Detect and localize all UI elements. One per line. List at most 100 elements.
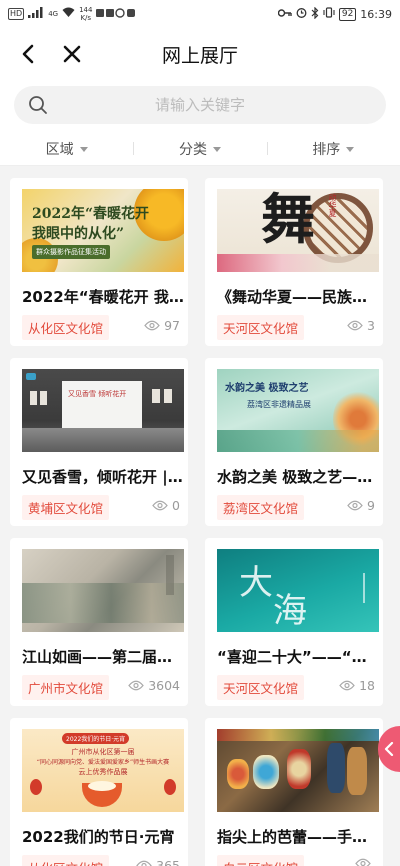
exhibition-card[interactable]: 指尖上的芭蕾——手工编织作品展 白云区文化馆 xyxy=(205,718,383,866)
venue-tag: 白云区文化馆 xyxy=(217,855,305,866)
venue-tag: 黄埔区文化馆 xyxy=(22,495,110,520)
view-count-value: 365 xyxy=(156,858,180,866)
filter-sort-label: 排序 xyxy=(312,141,341,158)
back-button[interactable] xyxy=(8,34,48,74)
thumbnail-caption: 广州市从化区第一届 xyxy=(71,748,135,756)
view-count: 3 xyxy=(347,318,375,333)
venue-tag: 天河区文化馆 xyxy=(217,315,305,340)
thumbnail-caption: 动华夏 xyxy=(328,193,337,217)
eye-icon xyxy=(347,320,363,331)
exhibition-thumbnail: 又见香雪 倾听花开 xyxy=(22,369,184,452)
exhibition-card[interactable]: 舞 动华夏 《舞动华夏——民族舞蹈作品展 天河区文化馆 3 xyxy=(205,178,383,346)
eye-icon xyxy=(136,860,152,866)
exhibition-thumbnail: 水韵之美 极致之艺 荔湾区非遗精品展 xyxy=(217,369,379,452)
battery-indicator: 92 xyxy=(338,7,357,21)
exhibition-card[interactable]: 大 海 “喜迎二十大”——“我心中的海” 天河区文化馆 18 xyxy=(205,538,383,706)
eye-icon xyxy=(144,320,160,331)
thumbnail-caption: 群众摄影作品征集活动 xyxy=(32,245,110,259)
app-header: 网上展厅 xyxy=(0,28,400,80)
filter-region-label: 区域 xyxy=(45,141,74,158)
exhibition-card[interactable]: 江山如画——第二届山水画作品展 广州市文化馆 3604 xyxy=(10,538,188,706)
venue-tag: 从化区文化馆 xyxy=(22,855,110,866)
view-count-value: 3604 xyxy=(148,678,180,693)
card-title: 江山如画——第二届山水画作品展 xyxy=(22,648,184,666)
filter-category-label: 分类 xyxy=(178,141,207,158)
eye-icon xyxy=(339,680,355,691)
net-speed: 144 K/s xyxy=(79,6,93,22)
eye-icon xyxy=(347,500,363,511)
venue-tag: 天河区文化馆 xyxy=(217,675,305,700)
exhibition-card[interactable]: 2022我们的节日·元宵 广州市从化区第一届 “同心同源同向党、爱法爱国爱家乡”… xyxy=(10,718,188,866)
clock: 16:39 xyxy=(360,7,392,21)
view-count xyxy=(355,858,375,866)
view-count: 18 xyxy=(339,678,375,693)
caret-down-icon xyxy=(79,147,88,152)
thumbnail-caption: 云上优秀作品展 xyxy=(78,768,128,776)
search-input[interactable] xyxy=(50,96,350,114)
card-title: 2022年“春暖花开 我眼中的从化”群众摄影作品征集活动 xyxy=(22,288,184,306)
view-count-value: 9 xyxy=(367,498,375,513)
caret-down-icon xyxy=(346,147,355,152)
wifi-icon xyxy=(62,7,75,21)
card-title: 水韵之美 极致之艺——荔湾区非遗精品展 xyxy=(217,468,379,486)
card-title: “喜迎二十大”——“我心中的海” xyxy=(217,648,379,666)
signal-icon xyxy=(28,7,44,21)
eye-icon xyxy=(128,680,144,691)
back-arrow-icon xyxy=(22,44,34,64)
view-count-value: 18 xyxy=(359,678,375,693)
search-icon xyxy=(26,93,50,117)
thumbnail-caption: 又见香雪 倾听花开 xyxy=(68,390,127,398)
alarm-icon xyxy=(296,7,307,21)
filter-sort[interactable]: 排序 xyxy=(266,132,400,165)
exhibition-card[interactable]: 水韵之美 极致之艺 荔湾区非遗精品展 水韵之美 极致之艺——荔湾区非遗精品展 荔… xyxy=(205,358,383,526)
view-count: 3604 xyxy=(128,678,180,693)
search-box[interactable] xyxy=(14,86,386,124)
thumbnail-caption: 大 xyxy=(239,563,273,603)
exhibition-thumbnail: 2022我们的节日·元宵 广州市从化区第一届 “同心同源同向党、爱法爱国爱家乡”… xyxy=(22,729,184,812)
view-count-value: 3 xyxy=(367,318,375,333)
hd-badge: HD xyxy=(8,8,25,20)
thumbnail-caption: 2022我们的节日·元宵 xyxy=(62,733,130,744)
view-count-value: 0 xyxy=(172,498,180,513)
card-title: 指尖上的芭蕾——手工编织作品展 xyxy=(217,828,379,846)
venue-tag: 从化区文化馆 xyxy=(22,315,110,340)
thumbnail-caption: 水韵之美 极致之艺 xyxy=(225,383,309,394)
view-count: 97 xyxy=(144,318,180,333)
card-title: 又见香雪，倾听花开 | 梅花书画作品展 xyxy=(22,468,184,486)
filter-region[interactable]: 区域 xyxy=(0,132,133,165)
app-notify-icon xyxy=(96,7,136,21)
exhibition-thumbnail xyxy=(217,729,379,812)
thumbnail-caption: 舞 xyxy=(261,189,315,251)
view-count-value: 97 xyxy=(164,318,180,333)
filter-category[interactable]: 分类 xyxy=(133,132,266,165)
vibrate-icon xyxy=(323,7,335,21)
venue-tag: 荔湾区文化馆 xyxy=(217,495,305,520)
card-title: 《舞动华夏——民族舞蹈作品展 xyxy=(217,288,379,306)
search-bar xyxy=(0,80,400,132)
thumbnail-caption: “同心同源同向党、爱法爱国爱家乡”师生书画大赛 xyxy=(36,759,170,766)
exhibition-thumbnail: 2022年“春暖花开 我眼中的从化” 群众摄影作品征集活动 xyxy=(22,189,184,272)
venue-tag: 广州市文化馆 xyxy=(22,675,110,700)
status-bar: HD 4G 144 K/s 92 16:39 xyxy=(0,0,400,28)
exhibition-thumbnail: 舞 动华夏 xyxy=(217,189,379,272)
thumbnail-caption: 2022年“春暖花开 xyxy=(32,206,150,222)
exhibition-thumbnail: 大 海 xyxy=(217,549,379,632)
close-icon xyxy=(63,45,81,63)
key-icon xyxy=(277,8,292,21)
thumbnail-caption: 海 xyxy=(273,591,307,631)
caret-down-icon xyxy=(212,147,221,152)
exhibition-card[interactable]: 又见香雪 倾听花开 又见香雪，倾听花开 | 梅花书画作品展 黄埔区文化馆 0 xyxy=(10,358,188,526)
exhibition-card[interactable]: 2022年“春暖花开 我眼中的从化” 群众摄影作品征集活动 2022年“春暖花开… xyxy=(10,178,188,346)
exhibition-thumbnail xyxy=(22,549,184,632)
eye-icon xyxy=(355,858,371,866)
thumbnail-caption: 荔湾区非遗精品展 xyxy=(247,400,311,409)
card-title: 2022我们的节日·元宵 xyxy=(22,828,175,846)
view-count: 365 xyxy=(136,858,180,866)
chevron-left-icon xyxy=(384,742,394,756)
thumbnail-caption: 我眼中的从化” xyxy=(32,226,125,242)
view-count: 9 xyxy=(347,498,375,513)
view-count: 0 xyxy=(152,498,180,513)
network-type: 4G xyxy=(48,10,59,18)
filter-bar: 区域 分类 排序 xyxy=(0,132,400,166)
close-button[interactable] xyxy=(52,34,92,74)
